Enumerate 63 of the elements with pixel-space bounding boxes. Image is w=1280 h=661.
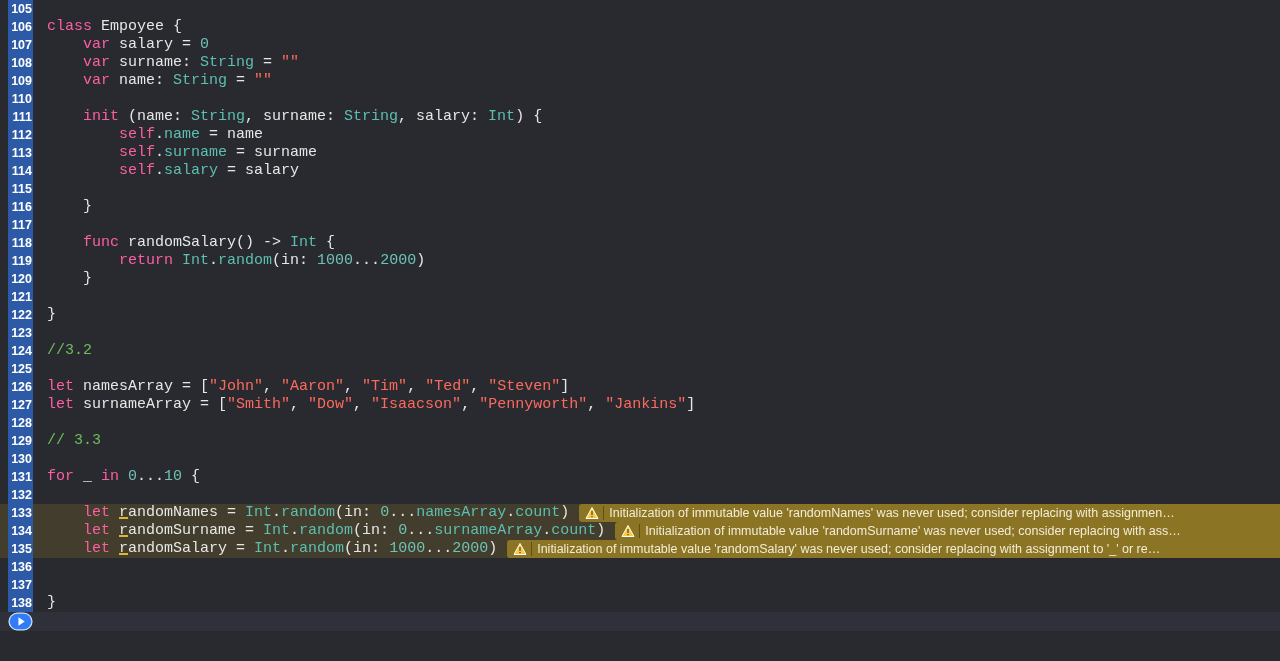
line-number: 123 xyxy=(8,324,33,342)
code-line: } xyxy=(82,198,92,216)
code-line: var surname: String = "" xyxy=(82,54,300,72)
line-number: 118 xyxy=(8,234,33,252)
code-line: init (name: String, surname: String, salary: Int) { xyxy=(82,108,543,126)
line-number: 121 xyxy=(8,288,33,306)
code-line: } xyxy=(47,594,56,612)
code-line: for _ in 0...10 { xyxy=(47,468,201,486)
line-number: 110 xyxy=(8,90,33,108)
code-line: class Empoyee { xyxy=(47,18,183,36)
line-number: 132 xyxy=(8,486,33,504)
code-line: let surnameArray = ["Smith", "Dow", "Isaacson", "Pennyworth", "Jankins"] xyxy=(47,396,696,414)
code-line: } xyxy=(47,306,56,324)
line-number: 116 xyxy=(8,198,33,216)
line-number: 113 xyxy=(8,144,33,162)
code-line: self.surname = surname xyxy=(118,144,318,162)
warning-icon xyxy=(585,506,605,520)
line-number: 124 xyxy=(8,342,33,360)
line-number: 119 xyxy=(8,252,33,270)
line-number: 106 xyxy=(8,18,33,36)
line-number: 130 xyxy=(8,450,33,468)
line-number: 107 xyxy=(8,36,33,54)
line-number: 138 xyxy=(8,594,33,612)
code-line: let randomNames = Int.random(in: 0...namesArray.count) xyxy=(82,504,570,522)
line-number: 131 xyxy=(8,468,33,486)
warning-icon xyxy=(513,542,533,556)
line-number: 120 xyxy=(8,270,33,288)
line-number: 114 xyxy=(8,162,33,180)
warning-message[interactable]: Initialization of immutable value 'randomNames' was never used; consider replacing with assignmen… xyxy=(579,504,1280,522)
line-number: 135 xyxy=(8,540,33,558)
code-line: func randomSalary() -> Int { xyxy=(82,234,336,252)
code-line: } xyxy=(82,270,92,288)
line-number: 105 xyxy=(8,0,33,18)
code-line: // 3.3 xyxy=(47,432,101,450)
line-number: 127 xyxy=(8,396,33,414)
code-line: self.name = name xyxy=(118,126,264,144)
code-line: return Int.random(in: 1000...2000) xyxy=(118,252,426,270)
line-number: 137 xyxy=(8,576,33,594)
code-line: let namesArray = ["John", "Aaron", "Tim", "Ted", "Steven"] xyxy=(47,378,570,396)
code-line: //3.2 xyxy=(47,342,92,360)
line-number: 133 xyxy=(8,504,33,522)
line-number: 115 xyxy=(8,180,33,198)
line-number: 112 xyxy=(8,126,33,144)
line-number: 111 xyxy=(8,108,33,126)
line-number: 108 xyxy=(8,54,33,72)
run-button[interactable] xyxy=(8,612,33,631)
warning-icon xyxy=(621,524,641,538)
code-line: let randomSalary = Int.random(in: 1000...2000) xyxy=(82,540,498,558)
line-number: 122 xyxy=(8,306,33,324)
line-number: 134 xyxy=(8,522,33,540)
line-number: 109 xyxy=(8,72,33,90)
line-number: 126 xyxy=(8,378,33,396)
line-number: 129 xyxy=(8,432,33,450)
line-number: 136 xyxy=(8,558,33,576)
warning-message[interactable]: Initialization of immutable value 'randomSurname' was never used; consider replacing with ass… xyxy=(615,522,1280,540)
code-line: let randomSurname = Int.random(in: 0...surnameArray.count) xyxy=(82,522,606,540)
line-number: 117 xyxy=(8,216,33,234)
line-number: 125 xyxy=(8,360,33,378)
warning-message[interactable]: Initialization of immutable value 'randomSalary' was never used; consider replacing with assignment to '_' or re… xyxy=(507,540,1280,558)
code-line: var name: String = "" xyxy=(82,72,273,90)
code-line: var salary = 0 xyxy=(82,36,210,54)
code-line: self.salary = salary xyxy=(118,162,300,180)
line-number: 128 xyxy=(8,414,33,432)
